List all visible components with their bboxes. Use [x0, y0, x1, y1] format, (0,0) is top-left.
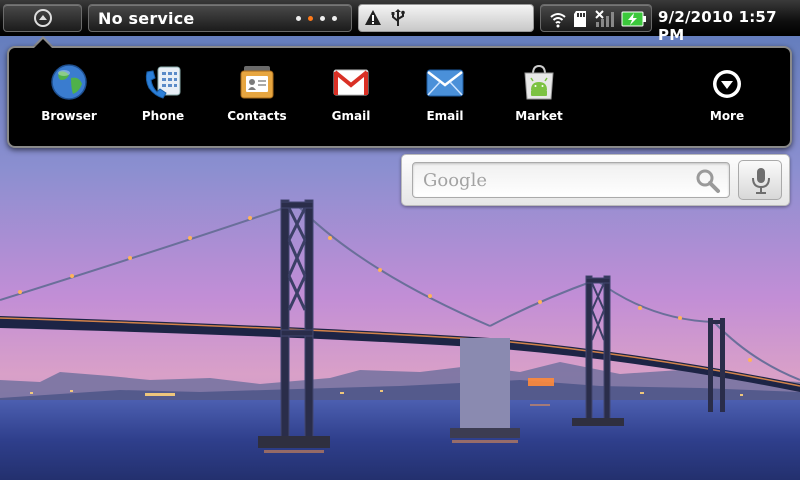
notification-area[interactable]	[358, 4, 534, 32]
phone-icon	[145, 66, 181, 99]
page-indicator	[296, 16, 337, 21]
no-signal-icon	[595, 10, 614, 27]
microphone-icon	[752, 168, 770, 194]
launcher-popup: Browser Phone Contacts Gmail Email Marke…	[7, 46, 792, 148]
search-placeholder: Google	[423, 170, 487, 191]
home-launcher-button[interactable]	[3, 4, 82, 32]
wifi-icon	[550, 13, 566, 28]
launcher-pointer-inner	[34, 39, 52, 48]
app-email[interactable]: Email	[399, 62, 491, 142]
globe-icon	[51, 64, 87, 100]
app-label: Browser	[41, 109, 97, 123]
app-phone[interactable]: Phone	[117, 62, 209, 142]
more-chevron-icon	[713, 70, 741, 98]
app-browser[interactable]: Browser	[23, 62, 115, 142]
home-up-arrow-icon	[33, 9, 52, 27]
app-label: More	[709, 109, 745, 123]
google-search-widget: Google	[401, 154, 790, 206]
page-dot	[296, 16, 301, 21]
carrier-text: No service	[98, 9, 195, 28]
warning-icon	[365, 10, 381, 25]
contacts-icon	[240, 66, 274, 99]
app-label: Contacts	[227, 109, 287, 123]
app-market[interactable]: Market	[493, 62, 585, 142]
app-label: Market	[515, 109, 563, 123]
app-label: Gmail	[331, 109, 371, 123]
usb-icon	[391, 9, 405, 26]
gmail-icon	[333, 69, 369, 96]
carrier-status[interactable]: No service	[88, 4, 352, 32]
system-icons	[540, 4, 652, 32]
app-gmail[interactable]: Gmail	[305, 62, 397, 142]
page-dot-active	[308, 16, 313, 21]
battery-charging-icon	[621, 11, 646, 27]
page-dot	[332, 16, 337, 21]
app-more-button[interactable]: More	[681, 62, 773, 142]
sd-card-icon	[574, 11, 586, 27]
status-clock: 9/2/2010 1:57 PM	[658, 8, 777, 44]
app-label: Phone	[141, 109, 185, 123]
app-contacts[interactable]: Contacts	[211, 62, 303, 142]
magnifier-icon	[696, 169, 720, 193]
search-input[interactable]: Google	[412, 162, 730, 198]
voice-search-button[interactable]	[738, 160, 782, 200]
market-icon	[524, 64, 554, 100]
email-icon	[426, 69, 464, 97]
app-label: Email	[426, 109, 464, 123]
status-bar: No service 9/2/2010 1:57 PM	[0, 0, 800, 44]
page-dot	[320, 16, 325, 21]
